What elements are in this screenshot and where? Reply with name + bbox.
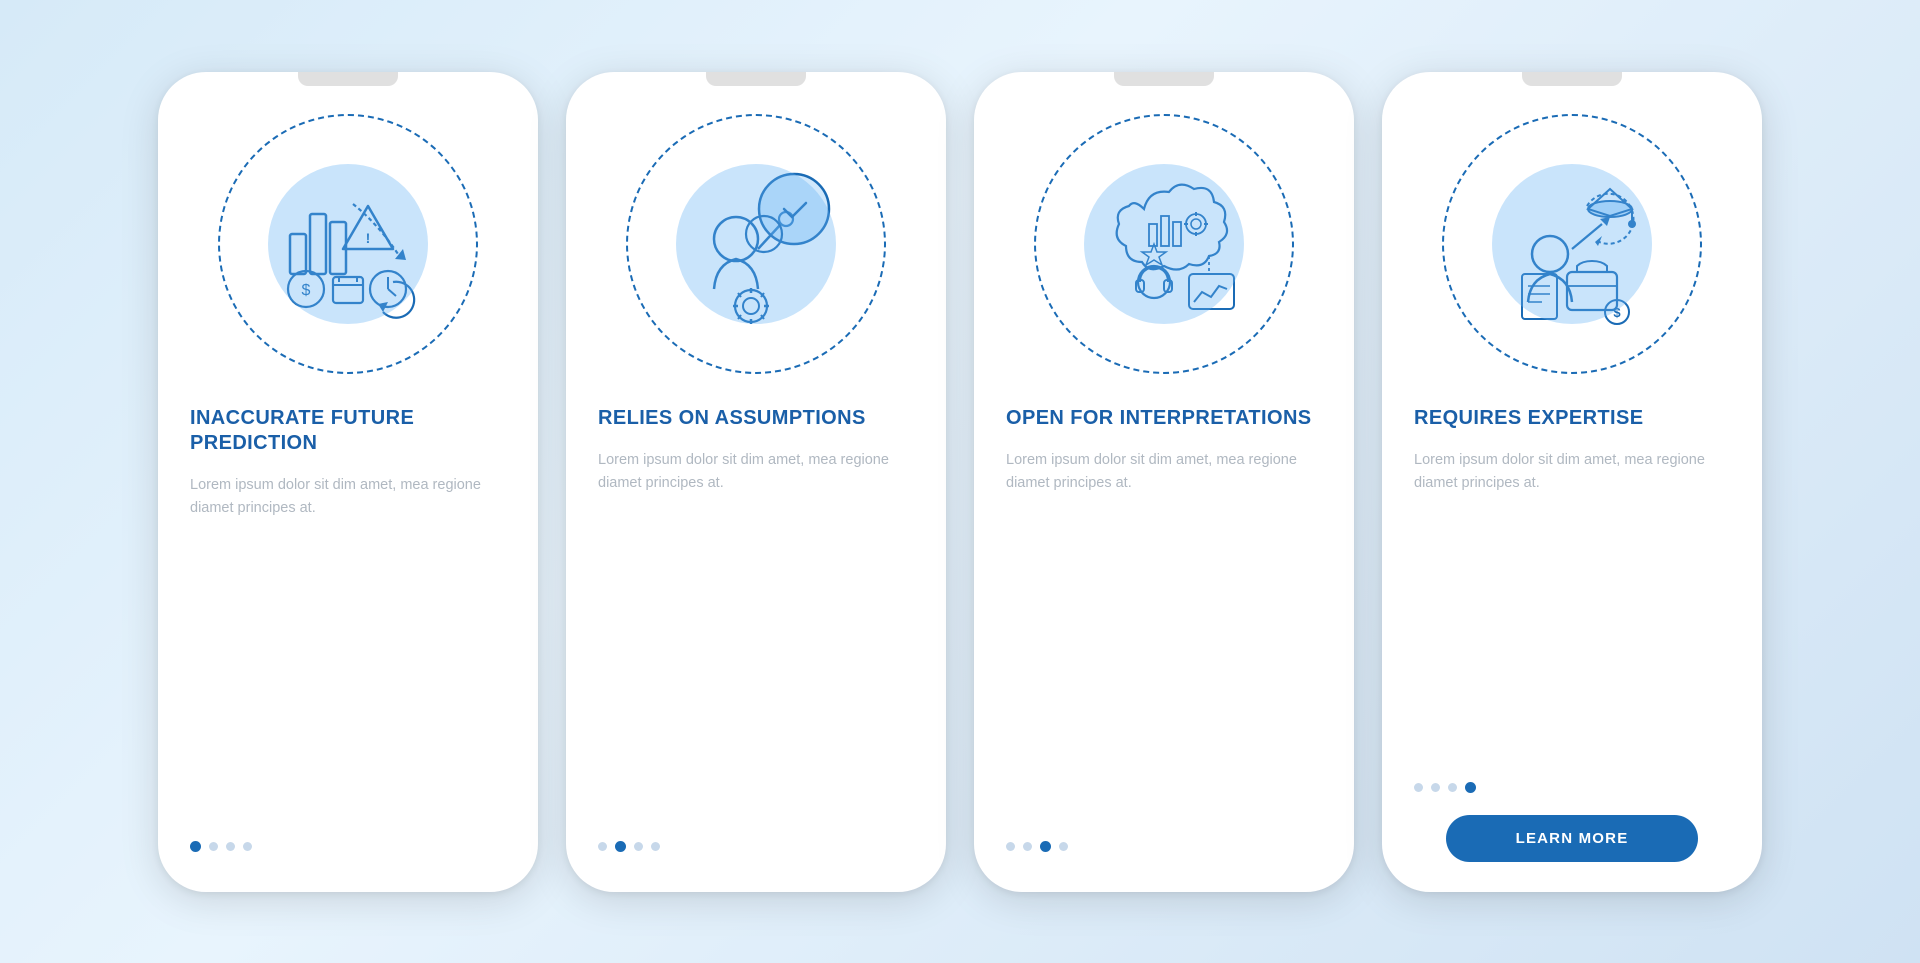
card-body-1: Lorem ipsum dolor sit dim amet, mea regi… (190, 474, 506, 520)
dot-3-1 (1006, 842, 1015, 851)
phone-card-3: OPEN FOR INTERPRETATIONS Lorem ipsum dol… (974, 72, 1354, 892)
dots-row-4 (1414, 782, 1730, 793)
dot-3-4 (1059, 842, 1068, 851)
card-title-4: REQUIRES EXPERTISE (1414, 406, 1730, 431)
card-body-4: Lorem ipsum dolor sit dim amet, mea regi… (1414, 449, 1730, 495)
phone-card-4: $ REQUIRES EXPERTISE Lorem ipsum dolor s… (1382, 72, 1762, 892)
illustration-3 (1024, 104, 1304, 384)
illustration-2 (616, 104, 896, 384)
dot-2-2 (615, 841, 626, 852)
inner-blob-2 (676, 164, 836, 324)
phone-card-2: RELIES ON ASSUMPTIONS Lorem ipsum dolor … (566, 72, 946, 892)
illustration-1: ! $ (208, 104, 488, 384)
dots-row-2 (598, 841, 914, 852)
phone-content-4: REQUIRES EXPERTISE Lorem ipsum dolor sit… (1382, 384, 1762, 862)
illustration-4: $ (1432, 104, 1712, 384)
dot-1-2 (209, 842, 218, 851)
phone-notch-2 (706, 72, 806, 86)
card-title-3: OPEN FOR INTERPRETATIONS (1006, 406, 1322, 431)
card-title-2: RELIES ON ASSUMPTIONS (598, 406, 914, 431)
card-title-1: INACCURATE FUTURE PREDICTION (190, 406, 506, 456)
dot-2-4 (651, 842, 660, 851)
dot-4-3 (1448, 783, 1457, 792)
dot-3-3 (1040, 841, 1051, 852)
dot-4-4 (1465, 782, 1476, 793)
dot-3-2 (1023, 842, 1032, 851)
dot-4-2 (1431, 783, 1440, 792)
inner-blob-4 (1492, 164, 1652, 324)
dot-2-3 (634, 842, 643, 851)
inner-blob-3 (1084, 164, 1244, 324)
phone-notch-3 (1114, 72, 1214, 86)
card-body-2: Lorem ipsum dolor sit dim amet, mea regi… (598, 449, 914, 495)
phone-notch-4 (1522, 72, 1622, 86)
phone-notch-1 (298, 72, 398, 86)
dots-row-3 (1006, 841, 1322, 852)
dot-2-1 (598, 842, 607, 851)
inner-blob-1 (268, 164, 428, 324)
dots-row-1 (190, 841, 506, 852)
phone-content-3: OPEN FOR INTERPRETATIONS Lorem ipsum dol… (974, 384, 1354, 862)
dot-4-1 (1414, 783, 1423, 792)
phone-content-1: INACCURATE FUTURE PREDICTION Lorem ipsum… (158, 384, 538, 862)
learn-more-button[interactable]: LEARN MORE (1446, 815, 1698, 862)
phones-container: ! $ INACCURATE F (158, 72, 1762, 892)
dot-1-1 (190, 841, 201, 852)
dot-1-3 (226, 842, 235, 851)
phone-card-1: ! $ INACCURATE F (158, 72, 538, 892)
dot-1-4 (243, 842, 252, 851)
phone-content-2: RELIES ON ASSUMPTIONS Lorem ipsum dolor … (566, 384, 946, 862)
card-body-3: Lorem ipsum dolor sit dim amet, mea regi… (1006, 449, 1322, 495)
